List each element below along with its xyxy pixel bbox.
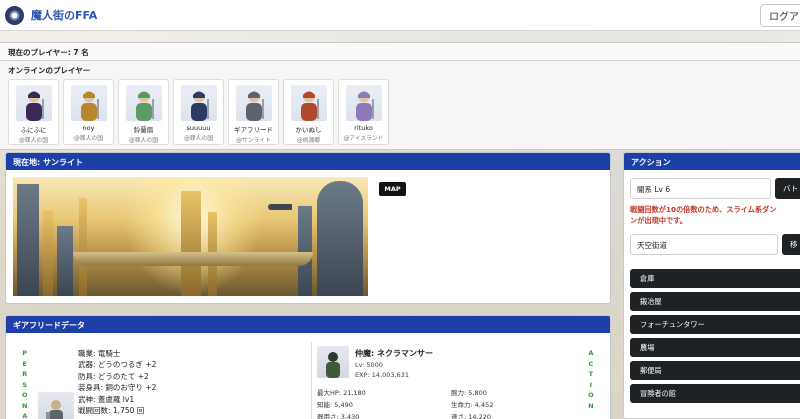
player-avatar (180, 85, 217, 121)
stat-line: 速さ: 14,220 (451, 413, 491, 419)
equipment-line: 戦闘回数: 1,750 回 (78, 406, 145, 416)
player-nation: @桃源郷 (296, 138, 321, 144)
logout-button[interactable]: ログア (760, 4, 800, 27)
vertical-letter: S (22, 380, 28, 389)
player-nation: @サンライト (236, 138, 271, 144)
vertical-letter: O (588, 391, 594, 399)
location-title: 現在地: サンライト (6, 153, 610, 170)
player-name: ふにふに (20, 126, 47, 134)
action-menu-item[interactable]: 冒険者の館 (630, 384, 800, 403)
character-avatar (38, 392, 74, 419)
player-name: suuuuu (186, 124, 211, 132)
player-nation: @アイスランド (343, 136, 384, 142)
action-card: アクション 闇系 Lv 6 バト 戦闘回数が10の倍数のため、スライム系ダン ン… (623, 152, 800, 419)
divider (311, 342, 312, 419)
player-name: 鈴蘭扇 (133, 126, 154, 134)
battle-select[interactable]: 闇系 Lv 6 (630, 178, 771, 199)
action-title: アクション (624, 153, 800, 170)
stat-line: 最大HP: 21,180 (317, 389, 366, 397)
action-menu-item[interactable]: 鍛冶屋 (630, 292, 800, 311)
player-count: 現在のプレイヤー: 7 名 (0, 43, 800, 61)
dungeon-notice: 戦闘回数が10の倍数のため、スライム系ダン ンが出現中です。 (630, 204, 800, 226)
player-nation: @罪人の国 (74, 136, 103, 142)
equipment-line: 装身具: 銅のお守り +2 (78, 383, 157, 393)
action-menu-item[interactable]: フォーチュンタワー (630, 315, 800, 334)
vertical-letter: I (589, 380, 593, 389)
stat-line: 生命力: 4,452 (451, 401, 494, 409)
location-scene-image (13, 177, 368, 296)
equipment-list: 職業: 竜騎士武器: どうのつるぎ +2 防具: どうのたて +2 装身具: 銅のお… (78, 348, 156, 416)
battle-button[interactable]: バト (775, 178, 800, 199)
brand-title[interactable]: 魔人街のFFA (31, 7, 97, 23)
action-menu: 倉庫鍛冶屋フォーチュンタワー 農場郵便局冒険者の館 (630, 269, 800, 403)
player-card[interactable]: suuuuu @罪人の国 (173, 79, 224, 145)
vertical-letter: C (588, 359, 594, 368)
player-card[interactable]: 鈴蘭扇 @罪人の国 (118, 79, 169, 145)
players-panel: 現在のプレイヤー: 7 名 オンラインのプレイヤー ふにふに @罪人の国 noy @罪… (0, 42, 800, 150)
character-data-title: ギアフリードデータ (6, 316, 610, 333)
vertical-letter: P (22, 349, 28, 357)
map-button[interactable]: MAP (379, 182, 406, 196)
dungeon-notice-line-2: ンが出現中です。 (630, 216, 687, 225)
vertical-letter: R (22, 370, 28, 378)
player-card[interactable]: rituko @アイスランド (338, 79, 389, 145)
player-card[interactable]: かいぬし @桃源郷 (283, 79, 334, 145)
vertical-letter: O (22, 391, 28, 399)
player-avatar (15, 85, 52, 121)
online-players-title: オンラインのプレイヤー (8, 66, 91, 75)
action-menu-item[interactable]: 農場 (630, 338, 800, 357)
pet-stats-left: 最大HP: 21,180 知能: 5,490 器用さ: 3,430 (317, 387, 366, 419)
navbar: 魔人街のFFA ログア (0, 0, 800, 31)
vertical-letter: N (588, 401, 594, 410)
player-avatar (290, 85, 327, 121)
action-menu-item[interactable]: 倉庫 (630, 269, 800, 288)
action-tab[interactable]: ACTION & (588, 348, 594, 419)
player-nation: @罪人の国 (184, 136, 213, 142)
player-name: rituko (354, 124, 373, 132)
personal-tab[interactable]: PERSONAL (22, 348, 28, 419)
pet-level: Lv: 5000 (355, 361, 383, 369)
player-avatar (125, 85, 162, 121)
character-data-card: ギアフリードデータ PERSONAL 職業: 竜騎士武器: どうのつるぎ +2防… (5, 315, 611, 419)
stat-line: 腕力: 5,800 (451, 389, 487, 397)
pet-name: 仲魔: ネクラマンサー (355, 349, 433, 358)
player-card[interactable]: ふにふに @罪人の国 (8, 79, 59, 145)
action-menu-item[interactable]: 郵便局 (630, 361, 800, 380)
player-nation: @罪人の国 (129, 138, 158, 144)
vertical-letter: T (588, 370, 594, 378)
pet-exp: EXP: 14,003,631 (355, 371, 409, 379)
player-avatar (235, 85, 272, 121)
player-card[interactable]: ギアフリード @サンライト (228, 79, 279, 145)
vertical-letter: E (22, 359, 27, 368)
player-name: noy (82, 124, 95, 132)
equipment-line: 職業: 竜騎士 (78, 349, 121, 358)
player-nation: @罪人の国 (19, 138, 48, 144)
vertical-letter (590, 411, 592, 419)
player-list: ふにふに @罪人の国 noy @罪人の国 鈴蘭扇 @罪人の国 suuuuu @罪人の国 ギアフリ… (8, 79, 389, 145)
move-select[interactable]: 天空街道 (630, 234, 778, 255)
pet-avatar (317, 346, 349, 378)
vertical-letter: N (22, 401, 28, 410)
player-card[interactable]: noy @罪人の国 (63, 79, 114, 145)
equipment-line: 防具: どうのたて +2 (78, 371, 149, 381)
location-card: 現在地: サンライト MAP (5, 152, 611, 304)
player-name: かいぬし (295, 126, 322, 134)
vertical-letter: A (22, 412, 28, 419)
stat-line: 器用さ: 3,430 (317, 413, 360, 419)
player-avatar (345, 85, 382, 121)
player-name: ギアフリード (234, 126, 273, 134)
logo-icon[interactable] (5, 5, 24, 25)
vertical-letter: A (588, 349, 594, 357)
stat-line: 知能: 5,490 (317, 401, 353, 409)
dungeon-notice-line-1: 戦闘回数が10の倍数のため、スライム系ダン (630, 205, 777, 214)
pet-stats-right: 腕力: 5,800 生命力: 4,452 速さ: 14,220 (451, 387, 493, 419)
player-avatar (70, 85, 107, 121)
move-button[interactable]: 移 (782, 234, 800, 255)
equipment-line: 武神: 蓋虞羅 lv1 (78, 394, 135, 404)
equipment-line: 武器: どうのつるぎ +2 (78, 360, 157, 370)
